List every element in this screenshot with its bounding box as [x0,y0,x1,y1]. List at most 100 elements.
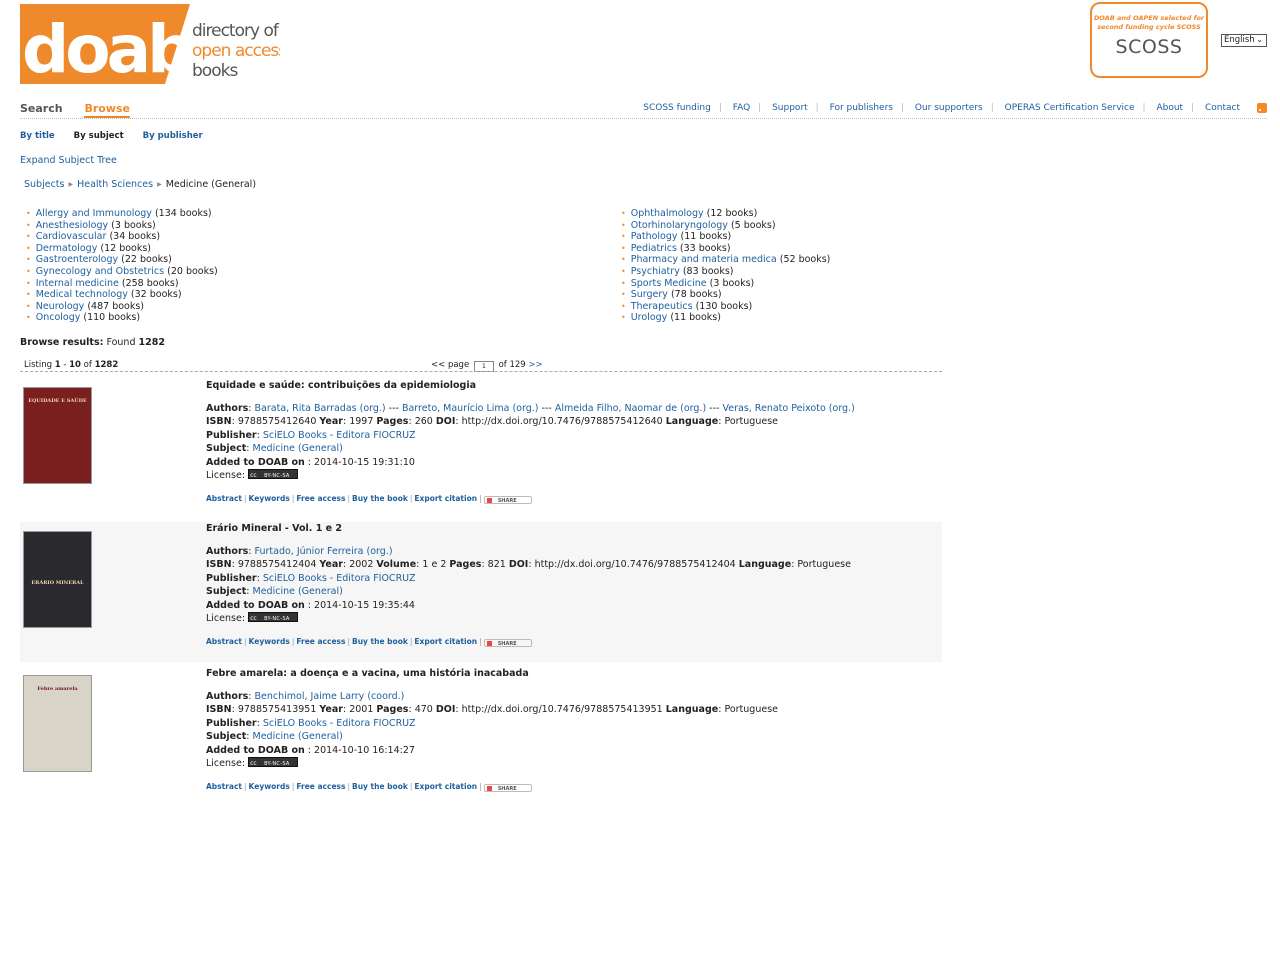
subject-link[interactable]: Medicine (General) [253,731,343,742]
link-our-supporters[interactable]: Our supporters [915,103,983,113]
doab-logo[interactable]: doab directory of open access books [20,0,280,90]
language-select[interactable]: English ⌄ [1221,34,1267,47]
author-link[interactable]: Furtado, Júnior Ferreira (org.) [255,546,393,557]
scoss-banner[interactable]: DOAB and OAPEN selected for second fundi… [1090,2,1208,78]
subject-link[interactable]: Oncology [36,312,81,323]
subject-link[interactable]: Dermatology [36,243,98,254]
free-access-link[interactable]: Free access [296,637,345,646]
keywords-link[interactable]: Keywords [249,782,290,791]
subject-count: (3 books) [709,277,755,289]
cc-license-icon[interactable] [248,469,299,484]
book-meta: ISBN: 9788575412640 Year: 1997 Pages: 26… [206,416,778,427]
subject-link[interactable]: Therapeutics [631,301,693,312]
book-license: License: [206,469,855,484]
subject-link[interactable]: Anesthesiology [36,220,108,231]
author-link[interactable]: Veras, Renato Peixoto (org.) [722,403,854,414]
subject-count: (20 books) [167,265,218,277]
subject-link[interactable]: Internal medicine [36,278,119,289]
link-faq[interactable]: FAQ [733,103,750,113]
subject-link[interactable]: Sports Medicine [631,278,707,289]
link-operas[interactable]: OPERAS Certification Service [1005,103,1135,113]
book-title[interactable]: Equidade e saúde: contribuições da epide… [206,379,855,393]
buy-book-link[interactable]: Buy the book [352,494,408,503]
buy-book-link[interactable]: Buy the book [352,637,408,646]
subject-count: (11 books) [670,312,721,324]
breadcrumb-health-sciences[interactable]: Health Sciences [77,179,153,190]
abstract-link[interactable]: Abstract [206,494,242,503]
subject-link[interactable]: Neurology [36,301,85,312]
nav-search[interactable]: Search [20,102,63,115]
author-link[interactable]: Almeida Filho, Naomar de (org.) [555,403,706,414]
cc-license-icon[interactable] [248,612,299,627]
book-cover[interactable]: EQUIDADE E SAÚDE [23,387,92,484]
book-cover[interactable]: ERÁRIO MINERAL [23,531,92,628]
export-citation-link[interactable]: Export citation [414,782,477,791]
subject-item: Pharmacy and materia medica (52 books) [619,254,831,266]
subject-count: (33 books) [679,242,731,254]
publisher-link[interactable]: SciELO Books - Editora FIOCRUZ [263,718,416,729]
browse-by-subject[interactable]: By subject [74,131,124,141]
subject-link[interactable]: Medical technology [36,289,128,300]
subject-link[interactable]: Otorhinolaryngology [631,220,728,231]
breadcrumb: Subjects ▶ Health Sciences ▶ Medicine (Gener… [24,179,256,190]
cc-license-icon[interactable] [248,757,299,772]
rss-icon[interactable] [1257,103,1267,113]
export-citation-link[interactable]: Export citation [414,637,477,646]
subject-link[interactable]: Ophthalmology [631,208,704,219]
export-citation-link[interactable]: Export citation [414,494,477,503]
book-info: Erário Mineral - Vol. 1 e 2 Authors: Furt… [206,522,851,648]
subject-count: (12 books) [100,242,152,254]
subject-link[interactable]: Allergy and Immunology [36,208,152,219]
abstract-link[interactable]: Abstract [206,637,242,646]
subject-item: Sports Medicine (3 books) [619,278,830,290]
book-subject: Subject: Medicine (General) [206,731,343,742]
book-title[interactable]: Febre amarela: a doença e a vacina, uma … [206,667,778,681]
buy-book-link[interactable]: Buy the book [352,782,408,791]
chevron-down-icon: ⌄ [1256,35,1263,44]
browse-by-publisher[interactable]: By publisher [143,131,203,141]
subject-item: Gastroenterology (22 books) [24,254,218,266]
subject-link[interactable]: Urology [631,312,668,323]
pager-prev[interactable]: << [431,360,445,370]
nav-browse[interactable]: Browse [84,102,130,118]
author-link[interactable]: Barreto, Maurício Lima (org.) [402,403,539,414]
keywords-link[interactable]: Keywords [249,637,290,646]
share-button[interactable]: SHARE [483,638,532,647]
keywords-link[interactable]: Keywords [249,494,290,503]
link-about[interactable]: About [1156,103,1183,113]
breadcrumb-subjects[interactable]: Subjects [24,179,64,190]
share-button[interactable]: SHARE [483,783,532,792]
subject-link[interactable]: Cardiovascular [36,231,107,242]
browse-by-title[interactable]: By title [20,131,55,141]
subject-link[interactable]: Gastroenterology [36,254,118,265]
subject-link[interactable]: Pathology [631,231,678,242]
book-cover[interactable]: Febre amarela [23,675,92,772]
share-button[interactable]: SHARE [483,495,532,504]
book-license: License: [206,612,851,627]
expand-subject-tree[interactable]: Expand Subject Tree [20,155,117,166]
free-access-link[interactable]: Free access [296,782,345,791]
link-scoss-funding[interactable]: SCOSS funding [643,103,711,113]
subject-item: Pediatrics (33 books) [619,243,830,255]
subject-link[interactable]: Gynecology and Obstetrics [36,266,164,277]
subject-link[interactable]: Pharmacy and materia medica [631,254,777,265]
author-link[interactable]: Benchimol, Jaime Larry (coord.) [255,691,405,702]
publisher-link[interactable]: SciELO Books - Editora FIOCRUZ [263,430,416,441]
publisher-link[interactable]: SciELO Books - Editora FIOCRUZ [263,573,416,584]
subject-link[interactable]: Psychiatry [631,266,680,277]
subject-link[interactable]: Medicine (General) [253,443,343,454]
subject-link[interactable]: Pediatrics [631,243,677,254]
subject-link[interactable]: Medicine (General) [253,586,343,597]
free-access-link[interactable]: Free access [296,494,345,503]
link-for-publishers[interactable]: For publishers [830,103,893,113]
book-publisher: Publisher: SciELO Books - Editora FIOCRU… [206,429,416,441]
book-added: Added to DOAB on : 2014-10-15 19:35:44 [206,599,415,611]
pager-next[interactable]: >> [528,360,542,370]
link-support[interactable]: Support [772,103,808,113]
book-title[interactable]: Erário Mineral - Vol. 1 e 2 [206,522,851,536]
subject-count: (78 books) [670,289,722,301]
link-contact[interactable]: Contact [1205,103,1240,113]
author-link[interactable]: Barata, Rita Barradas (org.) [255,403,386,414]
abstract-link[interactable]: Abstract [206,782,242,791]
subject-link[interactable]: Surgery [631,289,668,300]
